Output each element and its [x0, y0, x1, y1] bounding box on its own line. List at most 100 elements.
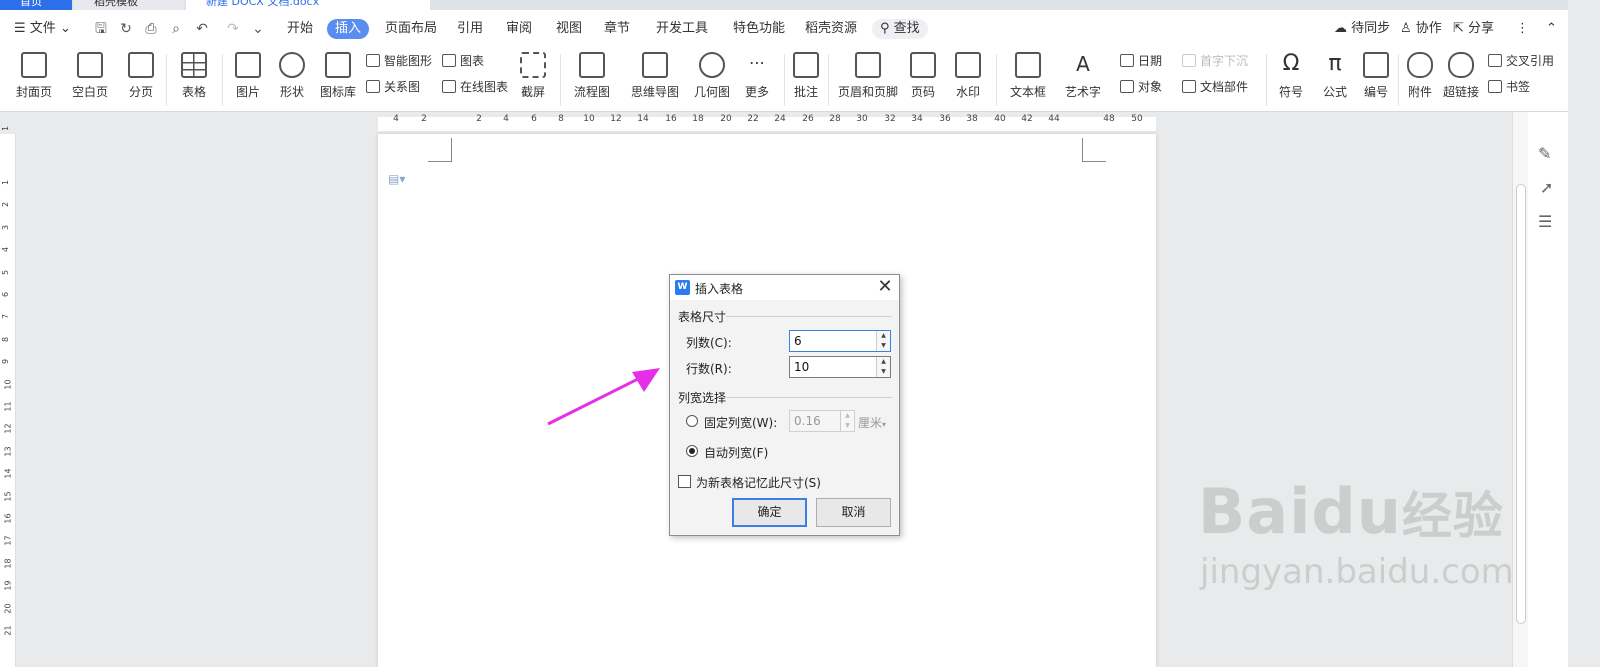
fixed-width-label: 固定列宽(W): [704, 416, 778, 430]
vruler-tick-label: 12 [3, 423, 13, 434]
object-button[interactable]: 对象 [1120, 78, 1162, 96]
flowchart-button[interactable]: 流程图 [570, 48, 614, 100]
ruler-bar[interactable] [378, 117, 1156, 131]
date-button[interactable]: 日期 [1120, 52, 1162, 70]
settings-sliders-icon[interactable]: ☰ [1538, 212, 1552, 231]
ribbon-divider [828, 54, 829, 106]
ruler-tick-label: 12 [610, 114, 622, 124]
spin-up-icon[interactable]: ▲ [877, 357, 890, 367]
more-menu-icon[interactable]: ⋮ [1516, 19, 1529, 39]
more-quick-icon[interactable]: ⌄ [250, 20, 266, 38]
drop-cap-icon [1182, 54, 1196, 67]
page-number-button[interactable]: 页码 [906, 48, 940, 100]
menu-review[interactable]: 审阅 [506, 19, 532, 39]
chart-icon [442, 54, 456, 67]
menu-layout[interactable]: 页面布局 [385, 19, 437, 39]
rows-stepper[interactable]: 10 ▲ ▼ [789, 356, 891, 378]
geometry-button[interactable]: 几何图 [694, 48, 730, 100]
spin-down-icon[interactable]: ▼ [841, 421, 854, 431]
auto-width-radio[interactable] [686, 445, 698, 457]
format-painter-icon[interactable]: ↻ [118, 20, 134, 38]
bookmark-button[interactable]: 书签 [1488, 78, 1530, 96]
redo-icon[interactable]: ↷ [225, 20, 241, 38]
menu-start[interactable]: 开始 [287, 19, 313, 39]
cover-page-button[interactable]: 封面页 [12, 48, 56, 100]
menu-docer[interactable]: 稻壳资源 [805, 19, 857, 39]
table-button[interactable]: 表格 [176, 48, 212, 100]
hyperlink-button[interactable]: 超链接 [1442, 48, 1480, 100]
dialog-titlebar[interactable]: W 插入表格 ✕ [670, 275, 899, 300]
spin-up-icon[interactable]: ▲ [841, 411, 854, 421]
page-break-label: 分页 [128, 85, 153, 99]
pen-icon[interactable]: ✎ [1538, 144, 1551, 163]
vertical-scrollbar[interactable] [1512, 112, 1528, 667]
formula-button[interactable]: π 公式 [1318, 48, 1352, 100]
textbox-button[interactable]: 文本框 [1006, 48, 1050, 100]
menu-view[interactable]: 视图 [556, 19, 582, 39]
spin-up-icon[interactable]: ▲ [877, 331, 890, 341]
chart-button[interactable]: 图表 [442, 52, 484, 70]
header-footer-button[interactable]: 页眉和页脚 [838, 48, 898, 100]
menu-chapter[interactable]: 章节 [604, 19, 630, 39]
doc-parts-button[interactable]: 文档部件 [1182, 78, 1248, 96]
wordart-button[interactable]: A 艺术字 [1060, 48, 1106, 100]
vruler-tick-label: 18 [3, 558, 13, 569]
search-box[interactable]: ⚲ 查找 [872, 19, 928, 39]
menu-insert[interactable]: 插入 [327, 19, 370, 39]
header-footer-icon [855, 52, 881, 78]
unit-select[interactable]: 厘米▾ [858, 414, 886, 431]
tab-document[interactable]: 新建 DOCX 文档.docx [186, 0, 430, 10]
file-menu[interactable]: ☰ 文件 ⌄ [14, 19, 71, 39]
picture-button[interactable]: 图片 [230, 48, 266, 100]
paste-options-icon[interactable]: ▤▾ [388, 172, 405, 186]
relation-chart-button[interactable]: 关系图 [366, 78, 420, 96]
columns-spin-arrows[interactable]: ▲ ▼ [876, 331, 890, 351]
share-button[interactable]: ⇱ 分享 [1453, 19, 1494, 39]
watermark-button[interactable]: 水印 [950, 48, 986, 100]
ok-button[interactable]: 确定 [732, 498, 807, 527]
drop-cap-button[interactable]: 首字下沉 [1182, 52, 1248, 70]
sync-button[interactable]: ☁ 待同步 [1334, 19, 1390, 39]
fixed-width-radio[interactable] [686, 415, 698, 427]
remember-size-checkbox[interactable] [678, 475, 691, 488]
fixed-width-stepper[interactable]: 0.16 ▲ ▼ [789, 410, 855, 432]
mindmap-button[interactable]: 思维导图 [626, 48, 684, 100]
spin-down-icon[interactable]: ▼ [877, 367, 890, 377]
screenshot-button[interactable]: 截屏 [516, 48, 550, 100]
menu-developer[interactable]: 开发工具 [656, 19, 708, 39]
vruler-tick-label: 7 [1, 314, 11, 320]
column-width-group-label: 列宽选择 [678, 391, 727, 405]
shape-button[interactable]: 形状 [274, 48, 310, 100]
icon-library-button[interactable]: 图标库 [318, 48, 358, 100]
tab-docer[interactable]: 稻壳模板 [74, 0, 184, 10]
cross-ref-button[interactable]: 交叉引用 [1488, 52, 1554, 70]
more-button[interactable]: ⋯ 更多 [740, 48, 774, 100]
columns-stepper[interactable]: 6 ▲ ▼ [789, 330, 891, 352]
online-chart-button[interactable]: 在线图表 [442, 78, 508, 96]
ruler-tick-label: 42 [1021, 114, 1033, 124]
save-icon[interactable]: 🖫 [93, 20, 109, 38]
comment-button[interactable]: 批注 [793, 48, 819, 100]
spin-down-icon[interactable]: ▼ [877, 341, 890, 351]
undo-icon[interactable]: ↶ [194, 20, 210, 38]
print-icon[interactable]: ⎙ [143, 20, 159, 38]
cancel-button[interactable]: 取消 [816, 498, 891, 527]
close-icon[interactable]: ✕ [875, 278, 895, 298]
symbol-label: 符号 [1278, 85, 1303, 99]
attachment-button[interactable]: 附件 [1406, 48, 1434, 100]
numbering-button[interactable]: 编号 [1362, 48, 1390, 100]
fixed-width-spin-arrows[interactable]: ▲ ▼ [840, 411, 854, 431]
scrollbar-thumb[interactable] [1516, 184, 1526, 624]
collapse-ribbon-icon[interactable]: ⌃ [1546, 19, 1557, 39]
blank-page-button[interactable]: 空白页 [68, 48, 112, 100]
cursor-icon[interactable]: ➚ [1540, 178, 1553, 197]
symbol-button[interactable]: Ω 符号 [1274, 48, 1308, 100]
smart-art-button[interactable]: 智能图形 [366, 52, 432, 70]
tab-home[interactable]: 首页 [0, 0, 72, 10]
page-break-button[interactable]: 分页 [124, 48, 158, 100]
print-preview-icon[interactable]: ⌕ [168, 20, 184, 38]
collab-button[interactable]: ♙ 协作 [1400, 19, 1442, 39]
menu-features[interactable]: 特色功能 [733, 19, 785, 39]
rows-spin-arrows[interactable]: ▲ ▼ [876, 357, 890, 377]
menu-references[interactable]: 引用 [457, 19, 483, 39]
